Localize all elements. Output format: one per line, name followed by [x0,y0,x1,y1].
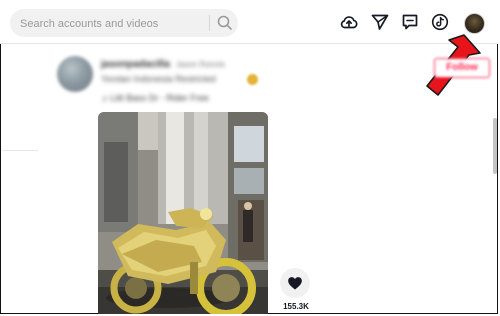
like-button[interactable] [280,268,310,298]
inbox-button[interactable] [400,12,420,32]
search-divider [209,15,210,31]
tiktok-button[interactable] [430,12,450,32]
search-icon [217,15,232,30]
video-description: Yondan Indonesia Restricted [101,74,216,84]
creator-username[interactable]: jasonpadacilla [101,59,170,70]
cloud-upload-icon [340,16,358,29]
page-scrollbar[interactable] [491,44,498,314]
messages-button[interactable] [370,12,390,32]
inbox-message-icon [402,14,418,30]
paper-plane-icon [371,14,389,30]
search-input[interactable] [18,14,202,34]
video-music-link[interactable]: ♫ Lilit Bass Dr - Rider Free [101,93,209,103]
tiktok-logo-icon [431,13,449,31]
upload-button[interactable] [339,12,359,32]
search-bar [10,9,238,37]
profile-avatar[interactable] [464,13,485,34]
creator-avatar[interactable] [57,56,93,92]
scrollbar-thumb[interactable] [493,118,497,174]
video-thumbnail [98,112,268,314]
like-count: 155.3K [283,302,309,311]
heart-icon [288,277,302,290]
search-button[interactable] [215,13,235,33]
video-player[interactable] [98,112,268,314]
emoji-icon [247,74,258,85]
creator-nickname: Jason Ronnie [176,60,225,69]
follow-button[interactable]: Follow [434,58,490,78]
sidebar-divider [2,150,38,151]
